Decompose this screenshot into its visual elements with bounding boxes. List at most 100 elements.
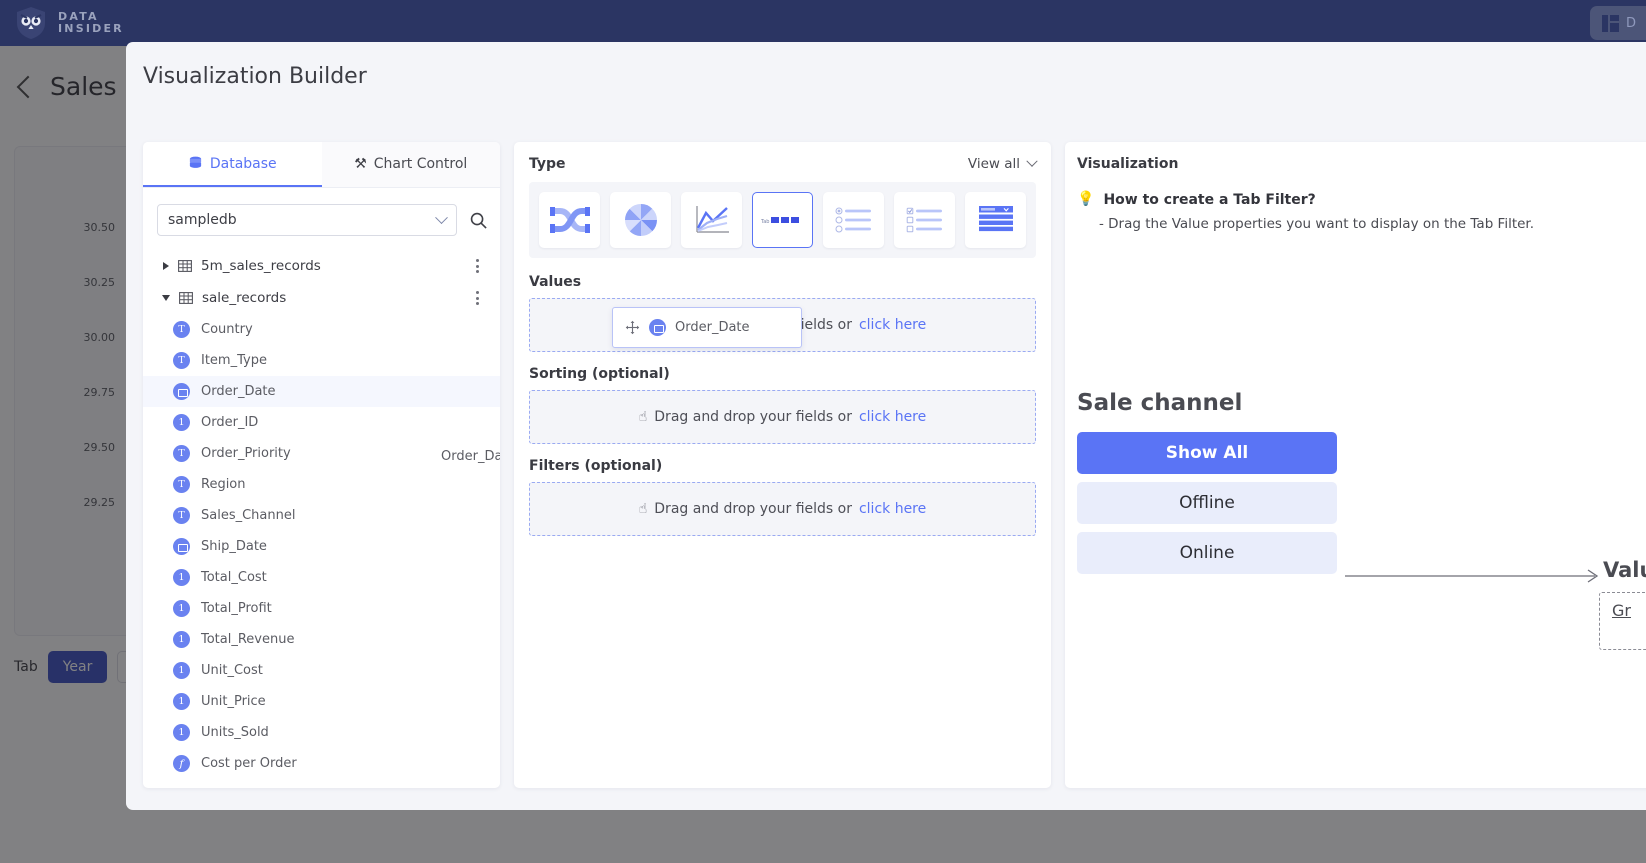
tab-database[interactable]: Database xyxy=(143,142,322,187)
annotation-link[interactable]: Gr xyxy=(1612,601,1631,620)
field-name: Country xyxy=(201,322,253,337)
tab-filter-preview: Sale channel Show All Offline Online Val… xyxy=(1077,390,1646,582)
view-all-button[interactable]: View all xyxy=(968,156,1036,172)
field-item[interactable]: T Sales_Channel xyxy=(143,500,500,531)
tab-filter-option-show-all[interactable]: Show All xyxy=(1077,432,1337,474)
search-icon[interactable] xyxy=(469,211,488,230)
dashboard-layout-icon xyxy=(1602,15,1619,32)
caret-right-icon[interactable] xyxy=(163,262,169,270)
field-name: Total_Revenue xyxy=(201,632,294,647)
lightbulb-icon: 💡 xyxy=(1077,192,1094,206)
number-field-icon: 1 xyxy=(173,631,190,648)
table-grid-icon xyxy=(179,291,193,305)
filters-click-here-link[interactable]: click here xyxy=(859,501,926,517)
table-item-5m-sales-records[interactable]: 5m_sales_records xyxy=(143,250,500,282)
screen: DATA INSIDER D Sales Sa 30.50 xyxy=(0,0,1646,863)
field-name: Order_Priority xyxy=(201,446,291,461)
chart-type-dropdown-filter[interactable] xyxy=(965,192,1026,248)
field-item[interactable]: 1 Unit_Price xyxy=(143,686,500,717)
function-field-icon: f xyxy=(173,755,190,772)
field-item[interactable]: T Country xyxy=(143,314,500,345)
chart-type-pie[interactable] xyxy=(610,192,671,248)
caret-down-icon[interactable] xyxy=(162,295,170,301)
field-item[interactable]: 1 Units_Sold xyxy=(143,717,500,748)
values-dropzone[interactable]: ☝ Drag and drop your fields or click her… xyxy=(529,298,1036,352)
dashboard-button[interactable]: D xyxy=(1590,6,1646,40)
number-field-icon: 1 xyxy=(173,414,190,431)
chart-type-checkbox-list-filter[interactable] xyxy=(894,192,955,248)
field-item[interactable]: T Region xyxy=(143,469,500,500)
field-name: Item_Type xyxy=(201,353,267,368)
brand-logo: DATA INSIDER xyxy=(0,6,124,40)
table-name: 5m_sales_records xyxy=(201,258,465,274)
kebab-menu-icon[interactable] xyxy=(474,291,488,305)
number-field-icon: 1 xyxy=(173,600,190,617)
number-field-icon: 1 xyxy=(173,662,190,679)
dashboard-button-label: D xyxy=(1626,16,1636,31)
tip-question: How to create a Tab Filter? xyxy=(1103,192,1315,208)
text-field-icon: T xyxy=(173,445,190,462)
drag-chip-order-date[interactable]: Order_Date xyxy=(612,307,802,348)
database-select[interactable]: sampledb xyxy=(157,204,457,236)
field-name: Order_ID xyxy=(201,415,258,430)
kebab-menu-icon[interactable] xyxy=(474,259,488,273)
field-item[interactable]: 1 Unit_Cost xyxy=(143,655,500,686)
chevron-down-icon xyxy=(435,211,448,224)
field-item[interactable]: T Item_Type xyxy=(143,345,500,376)
tab-filter-option-online[interactable]: Online xyxy=(1077,532,1337,574)
drag-chip-label: Order_Date xyxy=(675,320,750,335)
line-chart-icon xyxy=(693,204,731,236)
field-name: Order_Date xyxy=(201,384,276,399)
pie-chart-icon xyxy=(624,203,658,237)
table-grid-icon xyxy=(178,259,192,273)
dropdown-filter-icon xyxy=(978,205,1014,235)
database-panel: Database ⚒ Chart Control sampledb xyxy=(143,142,500,788)
field-item[interactable]: 1 Order_ID xyxy=(143,407,500,438)
field-item[interactable]: T Order_Priority xyxy=(143,438,500,469)
field-item-order-date[interactable]: Order_Date xyxy=(143,376,500,407)
chart-type-tab-filter[interactable]: Tab xyxy=(752,192,813,248)
chart-type-line[interactable] xyxy=(681,192,742,248)
tip-row: 💡 How to create a Tab Filter? xyxy=(1077,192,1646,208)
tab-filter-buttons: Show All Offline Online xyxy=(1077,432,1337,574)
tab-filter-option-offline[interactable]: Offline xyxy=(1077,482,1337,524)
field-item[interactable]: 1 Total_Revenue xyxy=(143,624,500,655)
radio-list-filter-icon xyxy=(835,207,873,233)
date-field-icon xyxy=(649,319,666,336)
tab-database-label: Database xyxy=(210,156,277,172)
app-top-bar: DATA INSIDER D xyxy=(0,0,1646,46)
field-item[interactable]: 1 Total_Profit xyxy=(143,593,500,624)
sorting-dropzone[interactable]: ☝ Drag and drop your fields or click her… xyxy=(529,390,1036,444)
tab-chart-control-label: Chart Control xyxy=(374,156,468,172)
owl-logo-icon xyxy=(14,6,48,40)
number-field-icon: 1 xyxy=(173,724,190,741)
preview-annotation: Valu Gr xyxy=(1345,570,1646,700)
tab-filter-icon: Tab xyxy=(761,212,805,228)
field-name: Sales_Channel xyxy=(201,508,295,523)
sorting-click-here-link[interactable]: click here xyxy=(859,409,926,425)
svg-text:Tab: Tab xyxy=(761,219,769,225)
brand-text: DATA INSIDER xyxy=(58,11,124,34)
chart-type-radio-list-filter[interactable] xyxy=(823,192,884,248)
field-item[interactable]: 1 Total_Cost xyxy=(143,562,500,593)
tab-chart-control[interactable]: ⚒ Chart Control xyxy=(322,142,501,187)
field-name: Cost per Order xyxy=(201,756,297,771)
table-item-sale-records[interactable]: sale_records xyxy=(143,282,500,314)
values-click-here-link[interactable]: click here xyxy=(859,317,926,333)
field-item[interactable]: Ship_Date xyxy=(143,531,500,562)
text-field-icon: T xyxy=(173,352,190,369)
tip-body: - Drag the Value properties you want to … xyxy=(1077,216,1646,232)
field-name: Total_Cost xyxy=(201,570,267,585)
tools-icon: ⚒ xyxy=(354,156,367,172)
field-item[interactable]: f Cost per Order xyxy=(143,748,500,779)
field-name: Unit_Cost xyxy=(201,663,263,678)
field-name: Region xyxy=(201,477,246,492)
chart-type-sankey[interactable] xyxy=(539,192,600,248)
preview-title: Sale channel xyxy=(1077,390,1646,416)
view-all-label: View all xyxy=(968,156,1020,172)
type-section-title: Type xyxy=(529,156,566,172)
database-stack-icon xyxy=(188,156,203,171)
filters-dropzone[interactable]: ☝ Drag and drop your fields or click her… xyxy=(529,482,1036,536)
pointing-hand-icon: ☝ xyxy=(639,409,648,425)
sorting-label: Sorting (optional) xyxy=(529,366,1036,382)
